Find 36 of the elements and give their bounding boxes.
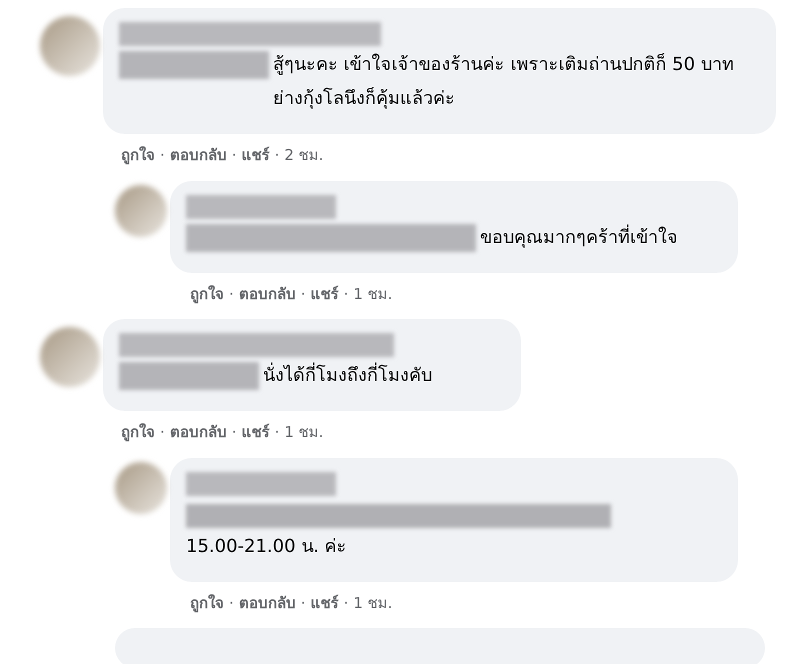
action-link[interactable]: แชร์ (310, 282, 339, 305)
avatar[interactable] (40, 327, 100, 387)
comment-text: 15.00-21.00 น. ค่ะ (186, 534, 347, 558)
avatar[interactable] (115, 184, 167, 236)
timestamp: 1 ชม. (284, 422, 324, 443)
action-link[interactable]: ถูกใจ (190, 592, 224, 614)
separator-dot: · (229, 284, 234, 304)
separator-dot: · (344, 592, 348, 614)
separator-dot: · (300, 284, 306, 304)
separator-dot: · (160, 422, 165, 443)
action-link[interactable]: ถูกใจ (121, 421, 155, 444)
separator-dot: · (229, 592, 234, 614)
avatar[interactable] (115, 462, 167, 514)
action-link[interactable]: ตอบกลับ (238, 282, 296, 305)
separator-dot: · (300, 592, 306, 614)
separator-dot: · (232, 145, 237, 166)
comment-text: ขอบคุณมากๆคร้าที่เข้าใจ (480, 224, 678, 250)
action-link[interactable]: ถูกใจ (121, 144, 155, 166)
comment-text: สู้ๆนะคะ เข้าใจเจ้าของร้านค่ะ เพราะเติมถ่านปกติก็ 50 บาท ย่างกุ้งโลนึงก็คุ้มแล้วค่ะ (273, 52, 735, 111)
timestamp: 1 ชม. (353, 592, 392, 614)
separator-dot: · (274, 422, 280, 443)
timestamp: 2 ชม. (284, 145, 324, 166)
action-link[interactable]: ตอบกลับ (170, 421, 227, 444)
timestamp: 1 ชม. (353, 284, 392, 304)
comment-text: นั่งได้กี่โมงถึงกี่โมงคับ (263, 359, 432, 393)
avatar[interactable] (40, 16, 100, 76)
separator-dot: · (274, 145, 280, 166)
action-link[interactable]: แชร์ (242, 421, 270, 444)
action-link[interactable]: แชร์ (242, 144, 270, 166)
action-link[interactable]: ตอบกลับ (170, 144, 227, 166)
action-link[interactable]: ตอบกลับ (238, 592, 296, 614)
action-link[interactable]: แชร์ (310, 592, 339, 614)
action-link[interactable]: ถูกใจ (190, 282, 224, 305)
separator-dot: · (344, 284, 348, 304)
separator-dot: · (160, 145, 165, 166)
separator-dot: · (232, 422, 237, 443)
